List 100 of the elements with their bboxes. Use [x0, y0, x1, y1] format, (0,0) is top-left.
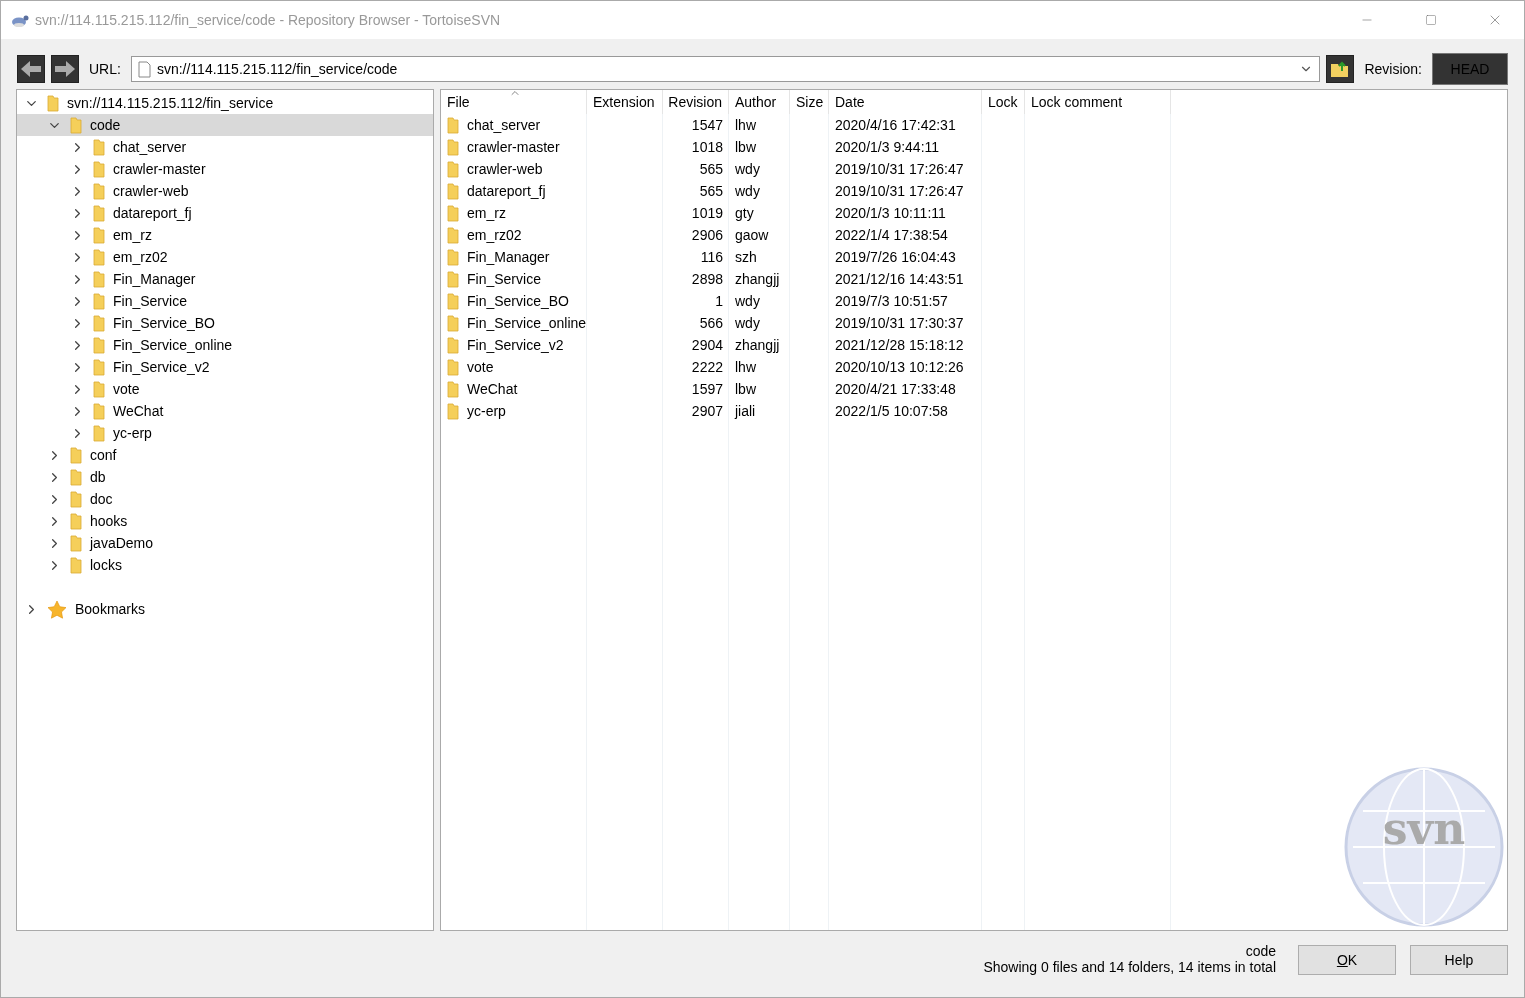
- folder-icon: [447, 402, 459, 420]
- table-cell-text: jiali: [733, 402, 757, 421]
- folder-icon: [93, 226, 105, 244]
- help-button[interactable]: Help: [1410, 945, 1508, 975]
- column-header[interactable]: File: [441, 90, 587, 114]
- folder-icon: [70, 556, 82, 574]
- folder-icon: [447, 116, 459, 134]
- folder-icon: [93, 182, 105, 200]
- tree-item[interactable]: locks: [17, 554, 433, 576]
- tree-item[interactable]: svn://114.115.215.112/fin_service: [17, 92, 433, 114]
- maximize-icon: [1425, 14, 1437, 26]
- table-cell-text: 2022/1/5 10:07:58: [834, 402, 949, 421]
- file-name[interactable]: yc-erp: [441, 400, 587, 422]
- tree-item[interactable]: Bookmarks: [17, 598, 433, 620]
- column-header[interactable]: Revision: [663, 90, 729, 114]
- table-cell-text: 116: [699, 248, 724, 267]
- tree-item[interactable]: em_rz02: [17, 246, 433, 268]
- tree-item[interactable]: crawler-web: [17, 180, 433, 202]
- file-name[interactable]: WeChat: [441, 378, 587, 400]
- column-header[interactable]: Extension: [587, 90, 663, 114]
- folder-icon: [447, 226, 459, 244]
- folder-icon: [70, 512, 82, 530]
- table-cell-text: 2222: [690, 358, 724, 377]
- tree-item[interactable]: Fin_Service_online: [17, 334, 433, 356]
- folder-icon: [47, 94, 59, 112]
- folder-icon: [93, 138, 105, 156]
- tree-item[interactable]: db: [17, 466, 433, 488]
- tree-item[interactable]: yc-erp: [17, 422, 433, 444]
- status-summary: Showing 0 files and 14 folders, 14 items in total: [983, 959, 1276, 975]
- column-header[interactable]: Lock comment: [1025, 90, 1171, 114]
- folder-icon: [70, 116, 82, 134]
- file-name[interactable]: em_rz02: [441, 224, 587, 246]
- folder-icon: [70, 490, 82, 508]
- ok-button[interactable]: OK: [1298, 945, 1396, 975]
- tree-item[interactable]: crawler-master: [17, 158, 433, 180]
- file-name[interactable]: Fin_Manager: [441, 246, 587, 268]
- table-cell-text: 565: [698, 160, 724, 179]
- table-cell-text: 1019: [690, 204, 724, 223]
- url-field[interactable]: svn://114.115.215.112/fin_service/code: [130, 56, 1321, 82]
- table-cell-text: 2019/10/31 17:26:47: [834, 182, 965, 201]
- column-header[interactable]: Author: [729, 90, 790, 114]
- tree-item[interactable]: javaDemo: [17, 532, 433, 554]
- folder-icon: [93, 160, 105, 178]
- file-name[interactable]: Fin_Service_BO: [441, 290, 587, 312]
- file-name[interactable]: Fin_Service_v2: [441, 334, 587, 356]
- column-header[interactable]: Size: [790, 90, 829, 114]
- table-cell-text: 2907: [690, 402, 724, 421]
- back-button[interactable]: [17, 55, 45, 83]
- table-cell-text: 566: [698, 314, 724, 333]
- tree-item[interactable]: vote: [17, 378, 433, 400]
- revision-label: Revision:: [1364, 61, 1422, 77]
- folder-icon: [447, 358, 459, 376]
- tree-item[interactable]: datareport_fj: [17, 202, 433, 224]
- file-name[interactable]: crawler-master: [441, 136, 587, 158]
- folder-up-button[interactable]: [1326, 55, 1355, 83]
- tree-item[interactable]: code: [17, 114, 433, 136]
- column-header[interactable]: Lock: [982, 90, 1025, 114]
- table-cell-text: zhangjj: [734, 336, 781, 355]
- table-cell-text: wdy: [734, 314, 761, 333]
- file-name[interactable]: chat_server: [441, 114, 587, 136]
- tree-item[interactable]: Fin_Service_BO: [17, 312, 433, 334]
- file-name[interactable]: em_rz: [441, 202, 587, 224]
- table-cell-text: zhangjj: [734, 270, 781, 289]
- folder-icon: [93, 358, 105, 376]
- tree-item[interactable]: doc: [17, 488, 433, 510]
- left-arrow-icon: [20, 60, 42, 78]
- table-cell-text: 2020/1/3 10:11:11: [834, 204, 947, 223]
- tree-item[interactable]: hooks: [17, 510, 433, 532]
- tree-item[interactable]: conf: [17, 444, 433, 466]
- folder-icon: [70, 534, 82, 552]
- tree-item[interactable]: Fin_Manager: [17, 268, 433, 290]
- tree-item[interactable]: chat_server: [17, 136, 433, 158]
- folder-icon: [93, 204, 105, 222]
- table-cell-text: 2020/4/21 17:33:48: [834, 380, 957, 399]
- file-name[interactable]: vote: [441, 356, 587, 378]
- tree-item[interactable]: WeChat: [17, 400, 433, 422]
- table-cell-text: gaow: [734, 226, 770, 245]
- folder-icon: [447, 336, 459, 354]
- table-cell-text: lbw: [734, 138, 757, 157]
- table-cell-text: 2019/7/26 16:04:43: [834, 248, 957, 267]
- table-cell-text: lhw: [734, 358, 757, 377]
- table-cell-text: 1: [714, 292, 724, 311]
- table-cell-text: 2022/1/4 17:38:54: [834, 226, 949, 245]
- forward-button[interactable]: [51, 55, 79, 83]
- tree-item[interactable]: em_rz: [17, 224, 433, 246]
- status-path: code: [1245, 943, 1276, 959]
- file-name[interactable]: crawler-web: [441, 158, 587, 180]
- folder-icon: [93, 292, 105, 310]
- table-cell-text: 565: [698, 182, 724, 201]
- column-header[interactable]: Date: [829, 90, 982, 114]
- folder-icon: [93, 314, 105, 332]
- table-cell-text: 1597: [690, 380, 724, 399]
- file-name[interactable]: Fin_Service_online: [441, 312, 587, 334]
- tree-item[interactable]: Fin_Service: [17, 290, 433, 312]
- folder-icon: [447, 204, 459, 222]
- folder-icon: [447, 380, 459, 398]
- file-name[interactable]: datareport_fj: [441, 180, 587, 202]
- tree-item[interactable]: Fin_Service_v2: [17, 356, 433, 378]
- svn-globe-logo: svn: [1343, 766, 1505, 928]
- file-name[interactable]: Fin_Service: [441, 268, 587, 290]
